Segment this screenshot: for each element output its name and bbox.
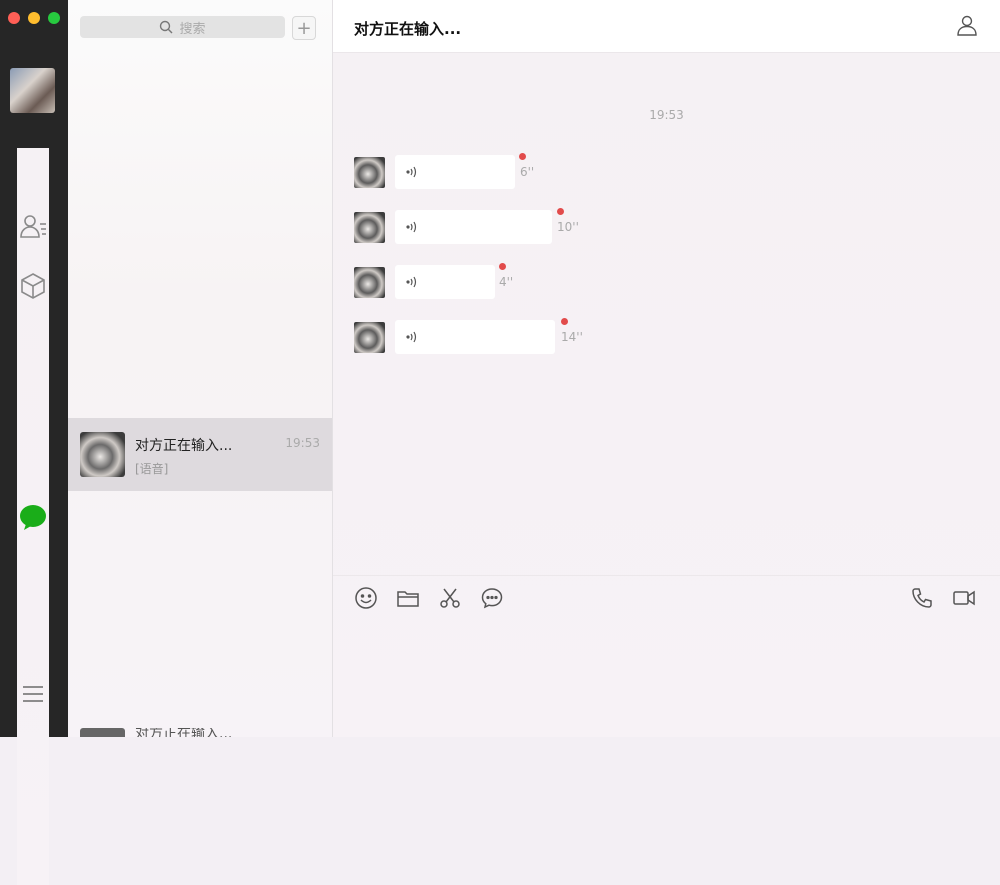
favorites-box-icon[interactable]	[17, 270, 49, 302]
voice-wave-icon	[406, 166, 417, 178]
voice-duration: 6''	[520, 165, 535, 179]
conversation-item-partial[interactable]: 对方正在输入...	[68, 728, 332, 737]
unread-dot	[561, 318, 568, 325]
conversation-name: 对方正在输入...	[135, 728, 233, 737]
unread-dot	[499, 263, 506, 270]
conversation-preview: [语音]	[135, 462, 169, 476]
minimize-window-button[interactable]	[28, 12, 40, 24]
screenshot-button[interactable]	[438, 586, 462, 610]
voice-wave-icon	[406, 331, 417, 343]
profile-avatar[interactable]	[10, 68, 55, 113]
conversation-list: 搜索 + 对方正在输入... [语音] 19:53 对方正在输入...	[68, 0, 333, 737]
voice-duration: 4''	[499, 275, 514, 289]
search-input[interactable]: 搜索	[80, 16, 285, 38]
conversation-item[interactable]: 对方正在输入... [语音] 19:53	[68, 418, 332, 491]
sender-avatar[interactable]	[354, 157, 385, 188]
conversation-avatar	[80, 728, 125, 737]
call-toolbar	[910, 586, 976, 610]
voice-bubble[interactable]	[395, 210, 552, 244]
zoom-window-button[interactable]	[48, 12, 60, 24]
unread-dot	[519, 153, 526, 160]
video-call-button[interactable]	[952, 586, 976, 610]
voice-call-button[interactable]	[910, 586, 934, 610]
chat-history-button[interactable]	[480, 586, 504, 610]
add-chat-button[interactable]: +	[292, 16, 316, 40]
chat-panel: 对方正在输入... 19:53 6'' 10'' 4'' 14''	[333, 0, 1000, 737]
search-placeholder: 搜索	[179, 21, 206, 37]
emoji-button[interactable]	[354, 586, 378, 610]
conversation-time: 19:53	[285, 436, 320, 450]
conversation-avatar	[80, 432, 125, 477]
voice-bubble[interactable]	[395, 155, 515, 189]
sidebar-rail	[0, 0, 68, 885]
app-window: 搜索 + 对方正在输入... [语音] 19:53 对方正在输入... 对方正在…	[0, 0, 1000, 885]
search-icon	[160, 20, 173, 34]
chat-info-button[interactable]	[956, 14, 978, 36]
send-file-button[interactable]	[396, 586, 420, 610]
emoji-icon	[355, 587, 377, 609]
conversation-name: 对方正在输入...	[135, 438, 233, 454]
scissors-icon	[440, 588, 460, 608]
folder-icon	[397, 591, 419, 607]
input-toolbar	[354, 586, 504, 610]
contacts-icon[interactable]	[17, 210, 49, 242]
menu-icon[interactable]	[17, 678, 49, 710]
chat-title: 对方正在输入...	[354, 20, 462, 38]
person-icon	[957, 15, 977, 36]
unread-dot	[557, 208, 564, 215]
chat-history-icon	[481, 588, 503, 609]
sender-avatar[interactable]	[354, 322, 385, 353]
video-icon	[953, 590, 975, 606]
voice-bubble[interactable]	[395, 265, 495, 299]
chat-header: 对方正在输入...	[333, 0, 1000, 53]
voice-duration: 10''	[557, 220, 579, 234]
message-timestamp: 19:53	[649, 108, 684, 122]
sender-avatar[interactable]	[354, 212, 385, 243]
phone-icon	[912, 588, 932, 608]
voice-wave-icon	[406, 276, 417, 288]
voice-duration: 14''	[561, 330, 583, 344]
chat-icon[interactable]	[17, 148, 49, 885]
sender-avatar[interactable]	[354, 267, 385, 298]
voice-wave-icon	[406, 221, 417, 233]
close-window-button[interactable]	[8, 12, 20, 24]
window-controls	[8, 12, 60, 24]
voice-bubble[interactable]	[395, 320, 555, 354]
